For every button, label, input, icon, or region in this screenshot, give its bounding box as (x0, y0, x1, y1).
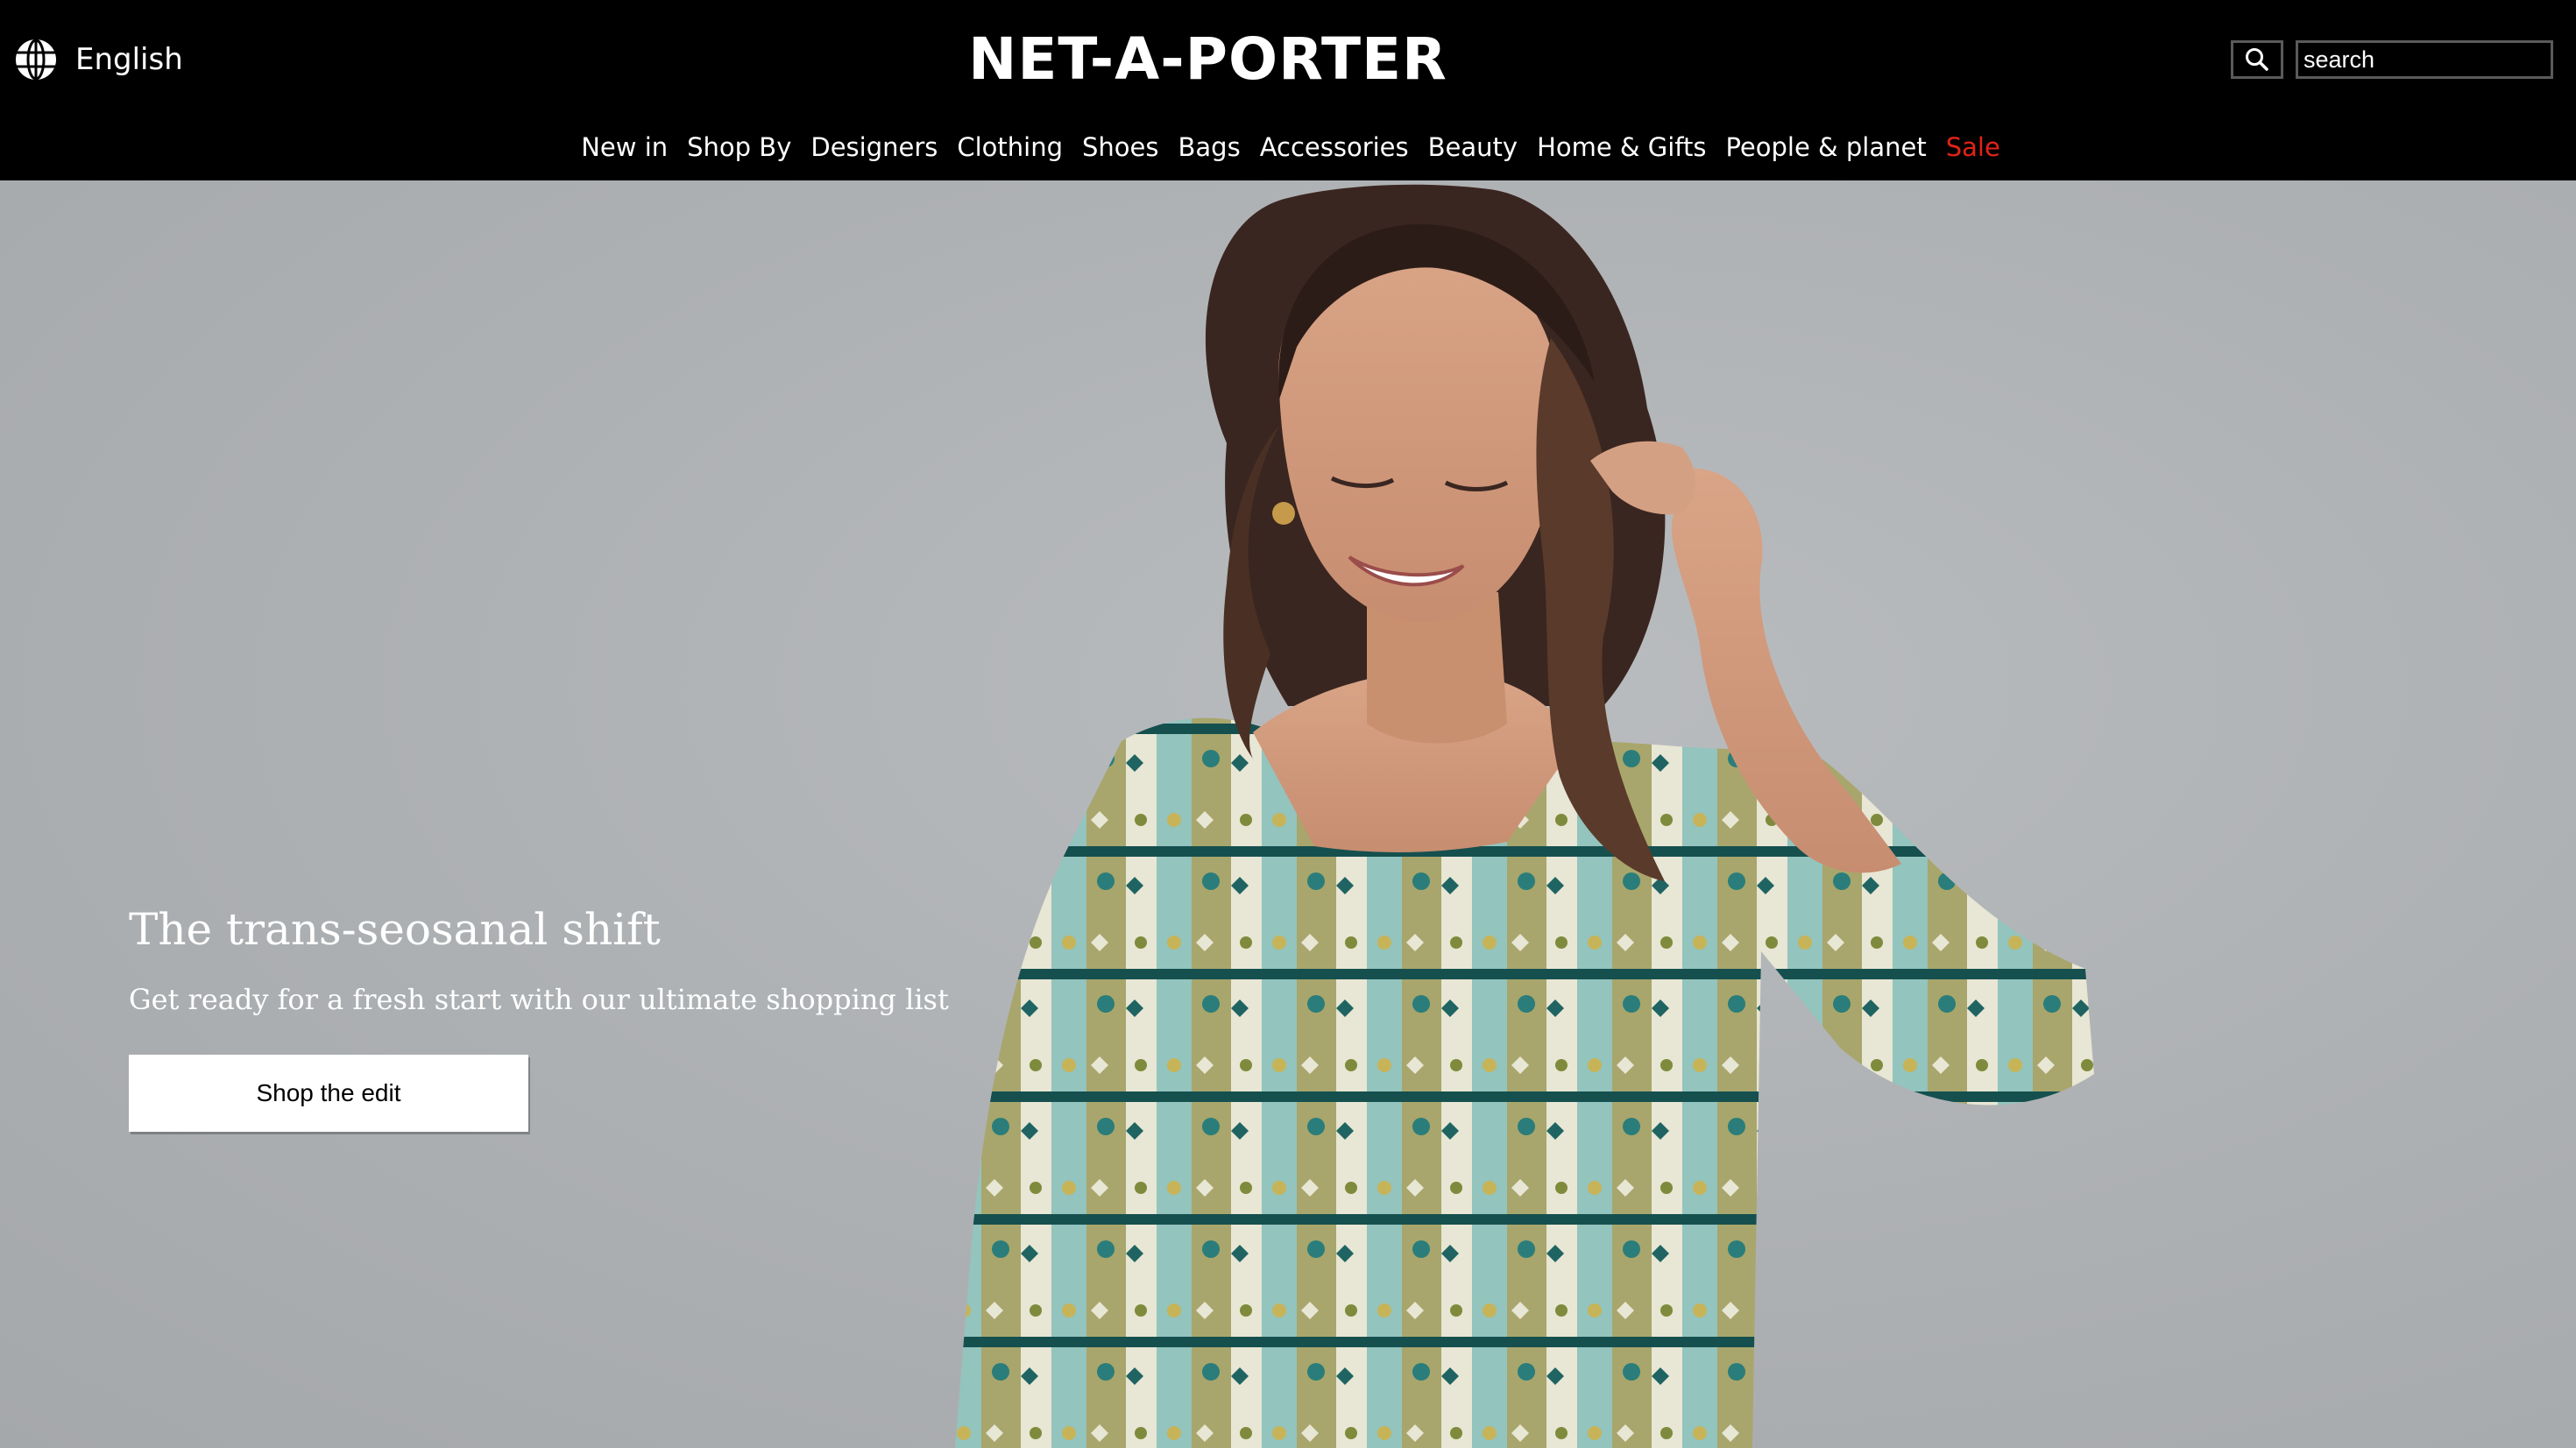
nav-item-sale[interactable]: Sale (1946, 123, 2000, 172)
hero-subtitle: Get ready for a fresh start with our ult… (129, 983, 949, 1016)
hero-copy: The trans-seosanal shift Get ready for a… (129, 899, 949, 1021)
nav-item-beauty[interactable]: Beauty (1428, 123, 1518, 172)
hero-banner: The trans-seosanal shift Get ready for a… (0, 180, 2576, 1448)
nav-item-shop-by[interactable]: Shop By (687, 123, 791, 172)
hero-title: The trans-seosanal shift (129, 904, 661, 955)
hero-model-image (955, 184, 2094, 1448)
nav-item-people-planet[interactable]: People & planet (1725, 123, 1926, 172)
nav-item-home-gifts[interactable]: Home & Gifts (1537, 123, 1706, 172)
nav-item-accessories[interactable]: Accessories (1260, 123, 1409, 172)
nav-item-shoes[interactable]: Shoes (1082, 123, 1158, 172)
main-nav: New in Shop By Designers Clothing Shoes … (0, 123, 2576, 172)
search-icon (2244, 46, 2270, 73)
search-input[interactable] (2296, 40, 2553, 79)
nav-item-clothing[interactable]: Clothing (957, 123, 1063, 172)
nav-item-designers[interactable]: Designers (810, 123, 938, 172)
brand-logo[interactable]: NET-A-PORTER (0, 25, 2416, 95)
site-header: English NET-A-PORTER New in Shop By Desi… (0, 0, 2576, 180)
nav-item-bags[interactable]: Bags (1178, 123, 1241, 172)
nav-item-new-in[interactable]: New in (581, 123, 668, 172)
search-button[interactable] (2231, 40, 2283, 79)
shop-the-edit-button[interactable]: Shop the edit (129, 1055, 528, 1132)
